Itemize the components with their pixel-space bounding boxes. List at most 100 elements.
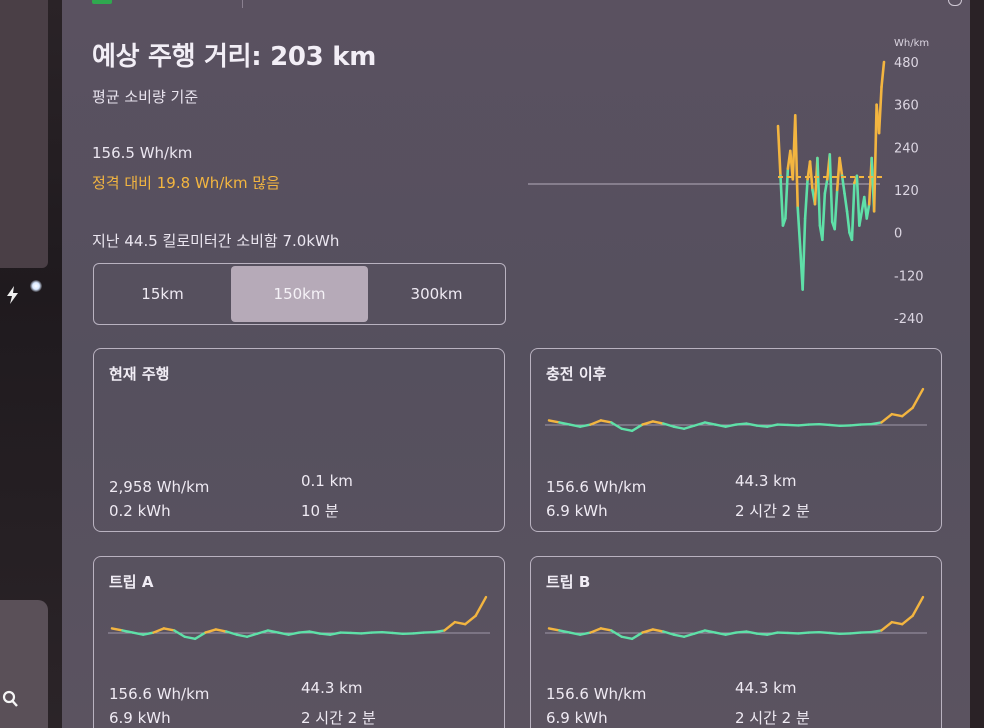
card-energy: 6.9 kWh	[109, 709, 171, 727]
distance-selector: 15km 150km 300km	[93, 263, 506, 325]
chart-line-segment	[845, 210, 851, 234]
chart-line-segment	[872, 103, 878, 213]
card-line-segment	[589, 419, 603, 426]
card-line-segment	[443, 620, 457, 632]
y-tick-label: 0	[894, 227, 902, 242]
card-energy: 6.9 kWh	[546, 502, 608, 520]
card-efficiency: 156.6 Wh/km	[546, 685, 647, 703]
card-line-segment	[558, 421, 571, 426]
card-line-segment	[849, 423, 862, 427]
page-title: 예상 주행 거리: 203 km	[92, 42, 376, 72]
side-panel	[0, 0, 48, 268]
topbar-icon[interactable]	[948, 0, 962, 6]
chart-line-segment	[816, 156, 822, 227]
card-line-segment	[297, 630, 311, 634]
card-line-segment	[610, 421, 623, 430]
card-trend-chart	[108, 595, 490, 641]
distance-option-15km[interactable]: 15km	[94, 264, 231, 324]
chart-line-segment	[880, 60, 886, 89]
card-line-segment	[610, 629, 623, 638]
card-line-segment	[620, 635, 634, 641]
chart-line-segment	[877, 85, 883, 135]
card-line-segment	[173, 629, 186, 638]
consumption-chart: Wh/km 480 360 240 120 0 -120 -240	[528, 38, 929, 327]
card-line-segment	[235, 633, 249, 638]
card-line-segment	[911, 595, 925, 618]
card-line-segment	[703, 421, 717, 426]
card-line-segment	[828, 423, 842, 428]
y-tick-label: -120	[894, 269, 924, 284]
card-line-segment	[672, 633, 686, 638]
ambient-light	[30, 280, 42, 292]
card-line-segment	[869, 421, 883, 426]
chart-line-segment	[803, 178, 809, 220]
card-line-segment	[734, 422, 748, 426]
card-line-segment	[901, 406, 914, 418]
chart-line-segment	[821, 192, 827, 242]
chart-line-segment	[823, 178, 829, 195]
card-since-charge[interactable]: 충전 이후 156.6 Wh/km 6.9 kWh 44.3 km 2 시간 2…	[530, 348, 942, 532]
card-distance: 44.3 km	[735, 472, 797, 490]
card-line-segment	[651, 628, 665, 633]
card-line-segment	[380, 630, 394, 635]
y-tick-label: 240	[894, 141, 919, 156]
distance-option-300km[interactable]: 300km	[368, 264, 505, 324]
card-line-segment	[474, 595, 488, 618]
y-tick-label: 480	[894, 56, 919, 71]
page-subtitle: 평균 소비량 기준	[92, 88, 199, 106]
card-line-segment	[412, 631, 425, 635]
card-trip-a[interactable]: 트립 A 156.6 Wh/km 6.9 kWh 44.3 km 2 시간 2 …	[93, 556, 505, 728]
card-efficiency: 156.6 Wh/km	[109, 685, 210, 703]
card-line-segment	[391, 631, 405, 636]
card-line-segment	[682, 632, 696, 638]
recent-usage: 지난 44.5 킬로미터간 소비함 7.0kWh	[92, 232, 340, 250]
card-line-segment	[755, 424, 769, 428]
card-line-segment	[662, 630, 675, 636]
chart-line-segment	[779, 174, 785, 227]
card-line-segment	[360, 631, 373, 635]
card-line-segment	[620, 427, 634, 433]
card-line-segment	[703, 629, 717, 634]
chart-line-segment	[865, 202, 871, 220]
chart-line-segment	[808, 160, 814, 192]
card-line-segment	[817, 630, 831, 635]
chart-line-segment	[855, 174, 861, 227]
chart-line-segment	[776, 124, 782, 178]
card-current-drive[interactable]: 현재 주행 2,958 Wh/km 0.2 kWh 0.1 km 10 분	[93, 348, 505, 532]
bezel-right	[970, 0, 984, 728]
card-line-segment	[432, 629, 446, 634]
card-line-segment	[641, 420, 655, 426]
card-line-segment	[193, 631, 207, 641]
distance-option-150km[interactable]: 150km	[231, 266, 368, 322]
card-line-segment	[204, 628, 218, 634]
y-tick-label: -240	[894, 312, 924, 327]
card-line-segment	[797, 423, 810, 427]
card-line-segment	[152, 627, 166, 634]
topbar-divider	[242, 0, 243, 8]
rated-difference: 정격 대비 19.8 Wh/km 많음	[92, 174, 280, 192]
card-line-segment	[828, 631, 842, 636]
card-line-segment	[599, 419, 613, 424]
card-line-segment	[641, 628, 655, 634]
card-line-segment	[599, 627, 613, 632]
card-line-segment	[734, 630, 748, 634]
card-line-segment	[589, 627, 603, 634]
search-icon[interactable]	[2, 690, 18, 708]
card-line-segment	[183, 635, 197, 641]
card-trip-b[interactable]: 트립 B 156.6 Wh/km 6.9 kWh 44.3 km 2 시간 2 …	[530, 556, 942, 728]
card-trend-chart	[545, 595, 927, 641]
card-line-segment	[110, 627, 124, 632]
card-line-segment	[755, 632, 769, 636]
card-efficiency: 156.6 Wh/km	[546, 478, 647, 496]
chart-line-segment	[828, 153, 834, 224]
card-duration: 10 분	[301, 502, 339, 520]
card-line-segment	[817, 422, 831, 427]
y-axis-unit: Wh/km	[894, 38, 929, 49]
card-duration: 2 시간 2 분	[301, 709, 376, 727]
chart-line-segment	[838, 156, 844, 178]
chart-line-segment	[801, 217, 807, 291]
card-line-segment	[318, 632, 332, 636]
card-line-segment	[849, 631, 862, 635]
y-tick-label: 120	[894, 184, 919, 199]
card-distance: 44.3 km	[735, 679, 797, 697]
